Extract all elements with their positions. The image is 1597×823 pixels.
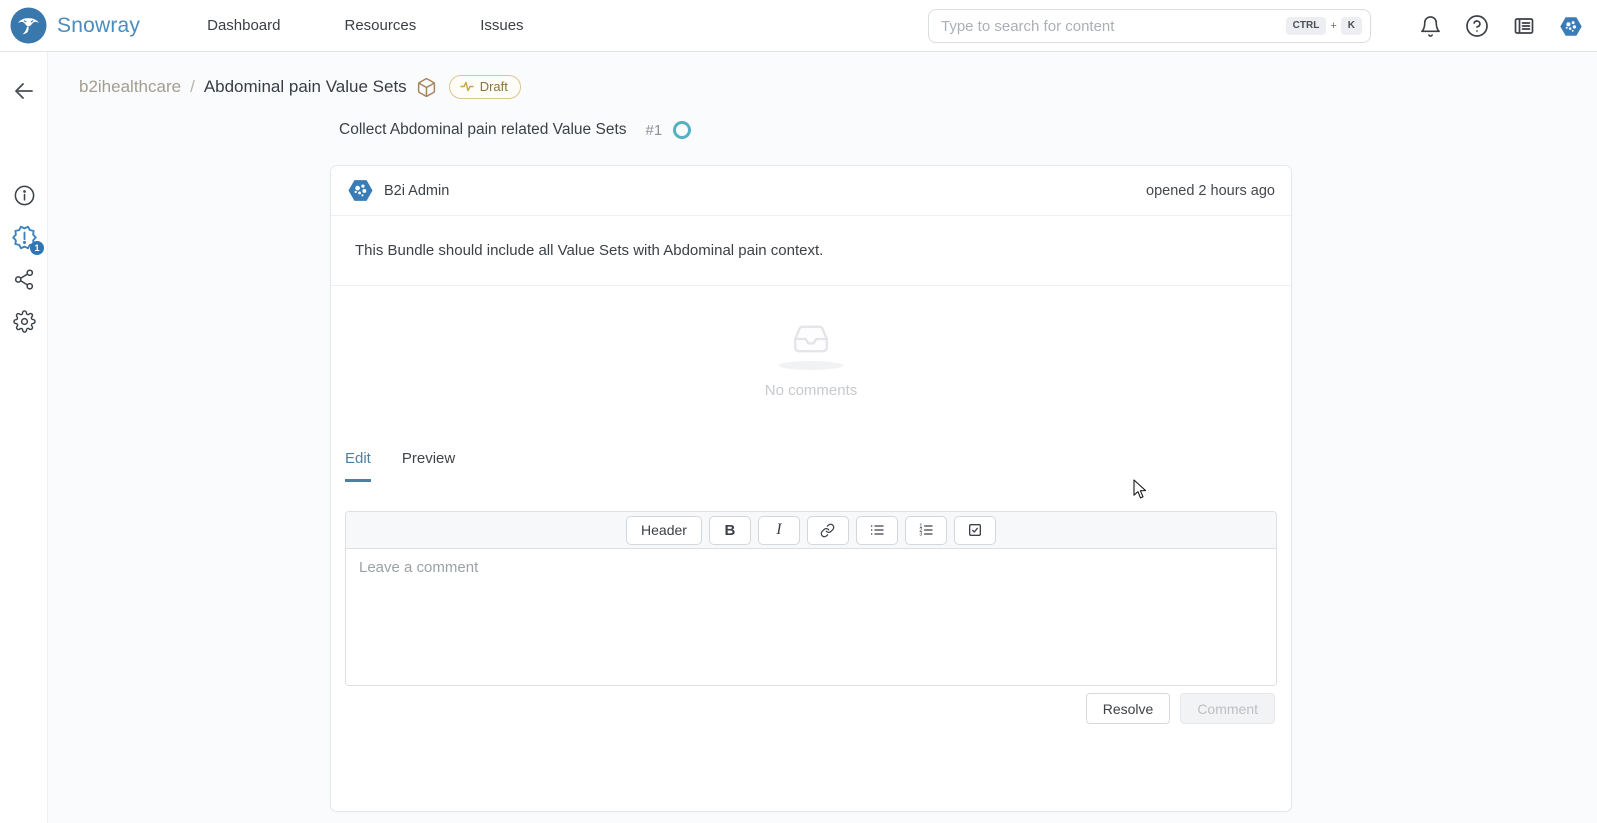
- comment-editor: Header B I: [345, 511, 1277, 686]
- resolve-button[interactable]: Resolve: [1086, 693, 1171, 724]
- sidebar-item-info[interactable]: [0, 174, 48, 216]
- snowray-logo-icon: [10, 7, 47, 44]
- share-icon: [13, 268, 36, 291]
- breadcrumb: b2ihealthcare / Abdominal pain Value Set…: [79, 75, 521, 99]
- issue-card: B2i Admin opened 2 hours ago This Bundle…: [330, 165, 1292, 812]
- link-icon: [820, 523, 835, 538]
- back-button[interactable]: [0, 70, 48, 112]
- issues-count-badge: 1: [30, 241, 44, 255]
- comment-button[interactable]: Comment: [1180, 693, 1275, 724]
- gear-icon: [13, 310, 36, 333]
- numbered-list-button[interactable]: 1 2 3: [905, 516, 947, 545]
- newsfeed-icon: [1512, 14, 1536, 38]
- top-navbar: Snowray Dashboard Resources Issues CTRL …: [0, 0, 1597, 52]
- inbox-shadow: [779, 361, 843, 370]
- breadcrumb-current: Abdominal pain Value Sets: [204, 77, 407, 97]
- issue-open-status-icon: [673, 121, 691, 139]
- bullet-list-button[interactable]: [856, 516, 898, 545]
- issue-title: Collect Abdominal pain related Value Set…: [339, 121, 627, 139]
- app-logo[interactable]: Snowray: [10, 7, 140, 44]
- bold-button[interactable]: B: [709, 516, 751, 545]
- activity-pulse-icon: [460, 81, 474, 92]
- link-button[interactable]: [807, 516, 849, 545]
- nav-resources[interactable]: Resources: [345, 17, 417, 34]
- opened-timestamp: opened 2 hours ago: [1146, 183, 1275, 199]
- editor-tabs: Edit Preview: [345, 450, 455, 482]
- svg-text:3: 3: [919, 532, 922, 538]
- no-comments-empty-state: No comments: [331, 318, 1291, 399]
- help-button[interactable]: [1465, 14, 1489, 38]
- avatar-hexagon-icon: [1559, 12, 1583, 41]
- editor-toolbar: Header B I: [346, 512, 1276, 549]
- numbered-list-icon: 1 2 3: [918, 522, 934, 538]
- status-badge-draft[interactable]: Draft: [449, 75, 521, 99]
- topbar-actions: [1418, 0, 1583, 52]
- bundle-type-indicator: [416, 77, 437, 98]
- issue-number: #1: [646, 122, 663, 139]
- sidebar-item-settings[interactable]: [0, 300, 48, 342]
- issue-card-header: B2i Admin opened 2 hours ago: [331, 166, 1291, 216]
- comment-textarea[interactable]: [346, 549, 1276, 686]
- arrow-left-icon: [12, 79, 36, 103]
- no-comments-label: No comments: [331, 382, 1291, 399]
- sidebar-item-share[interactable]: [0, 258, 48, 300]
- shortcut-k-key: K: [1341, 17, 1362, 35]
- bullet-list-icon: [869, 522, 885, 538]
- breadcrumb-parent-link[interactable]: b2ihealthcare: [79, 77, 181, 97]
- nav-dashboard[interactable]: Dashboard: [207, 17, 280, 34]
- package-icon: [416, 77, 437, 98]
- issue-title-row: Collect Abdominal pain related Value Set…: [339, 121, 691, 139]
- notifications-button[interactable]: [1418, 14, 1442, 38]
- checkbox-icon: [967, 522, 983, 538]
- comment-actions: Resolve Comment: [1086, 693, 1275, 724]
- bell-icon: [1419, 15, 1442, 38]
- nav-issues[interactable]: Issues: [480, 17, 523, 34]
- tab-edit[interactable]: Edit: [345, 450, 371, 482]
- main-nav: Dashboard Resources Issues: [207, 17, 523, 34]
- info-icon: [13, 184, 36, 207]
- italic-button[interactable]: I: [758, 516, 800, 545]
- left-sidebar: 1: [0, 52, 48, 823]
- shortcut-ctrl-key: CTRL: [1286, 17, 1327, 35]
- header-format-button[interactable]: Header: [626, 516, 702, 545]
- tab-preview[interactable]: Preview: [402, 450, 455, 482]
- whats-new-button[interactable]: [1512, 14, 1536, 38]
- task-list-button[interactable]: [954, 516, 996, 545]
- question-circle-icon: [1465, 14, 1489, 38]
- user-avatar[interactable]: [1559, 14, 1583, 38]
- search-input[interactable]: [941, 18, 1286, 35]
- sidebar-item-issues[interactable]: 1: [0, 216, 48, 258]
- shortcut-plus: +: [1330, 20, 1336, 32]
- inbox-icon: [785, 318, 837, 360]
- global-search[interactable]: CTRL + K: [928, 9, 1371, 43]
- app-window: Snowray Dashboard Resources Issues CTRL …: [0, 0, 1597, 823]
- author-name: B2i Admin: [384, 183, 449, 199]
- brand-name[interactable]: Snowray: [57, 14, 140, 38]
- issue-description: This Bundle should include all Value Set…: [331, 216, 1291, 286]
- author-avatar: [347, 177, 374, 204]
- status-badge-label: Draft: [480, 79, 508, 94]
- breadcrumb-separator: /: [190, 77, 195, 97]
